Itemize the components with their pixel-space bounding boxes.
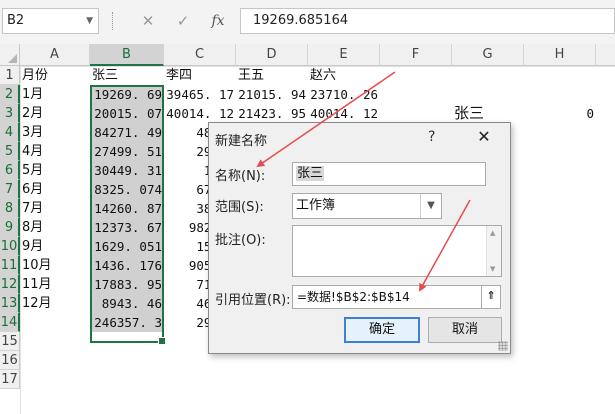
row-header-7[interactable]: 7 — [0, 180, 20, 199]
row-header-9[interactable]: 9 — [0, 218, 20, 237]
comment-scrollbar[interactable]: ▲ ▼ — [486, 226, 501, 276]
col-header-d[interactable]: D — [236, 44, 308, 66]
row-header-4[interactable]: 4 — [0, 123, 20, 142]
collapse-dialog-icon[interactable]: ⇑ — [481, 285, 501, 309]
name-box[interactable]: B2 ▼ — [2, 8, 99, 34]
separator-dots — [112, 12, 114, 30]
fill-handle[interactable] — [158, 337, 166, 345]
cell-a12[interactable]: 11月 — [20, 275, 90, 294]
cell-e2[interactable]: 23710. 26 — [308, 85, 380, 104]
col-header-c[interactable]: C — [164, 44, 236, 66]
cell-a13[interactable]: 12月 — [20, 294, 90, 313]
cancel-icon[interactable]: ✕ — [135, 8, 161, 34]
row-header-17[interactable]: 17 — [0, 370, 20, 389]
cell-g3[interactable]: 张三 — [452, 104, 524, 123]
insert-function-icon[interactable]: fx — [205, 8, 231, 34]
row-header-10[interactable]: 10 — [0, 237, 20, 256]
chevron-down-icon[interactable]: ▼ — [86, 9, 93, 33]
cell-c3[interactable]: 40014. 12 — [164, 104, 236, 123]
col-header-i[interactable] — [596, 44, 615, 66]
col-header-b[interactable]: B — [90, 44, 164, 66]
col-header-f[interactable]: F — [380, 44, 452, 66]
cell-a3[interactable]: 2月 — [20, 104, 90, 123]
row-header-14[interactable]: 14 — [0, 313, 20, 332]
cell-h3[interactable]: 0 — [524, 104, 596, 123]
cell-c2[interactable]: 39465. 17 — [164, 85, 236, 104]
name-box-value: B2 — [7, 13, 25, 28]
cell-d1[interactable]: 王五 — [236, 66, 308, 85]
row-header-5[interactable]: 5 — [0, 142, 20, 161]
help-icon[interactable]: ? — [428, 129, 435, 145]
cell-e3[interactable]: 40014. 12 — [308, 104, 380, 123]
scroll-down-icon[interactable]: ▼ — [490, 265, 495, 273]
comment-label: 批注(O): — [215, 233, 266, 248]
cell-a8[interactable]: 7月 — [20, 199, 90, 218]
cell-a5[interactable]: 4月 — [20, 142, 90, 161]
row-header-3[interactable]: 3 — [0, 104, 20, 123]
close-icon[interactable]: ✕ — [469, 125, 499, 149]
row-header-16[interactable]: 16 — [0, 351, 20, 370]
cell-e1[interactable]: 赵六 — [308, 66, 380, 85]
row-header-13[interactable]: 13 — [0, 294, 20, 313]
cell-a11[interactable]: 10月 — [20, 256, 90, 275]
cell-a6[interactable]: 5月 — [20, 161, 90, 180]
scope-value: 工作簿 — [296, 198, 336, 213]
enter-check-icon[interactable]: ✓ — [170, 8, 196, 34]
comment-textarea[interactable]: ▲ ▼ — [292, 225, 502, 277]
cell-a7[interactable]: 6月 — [20, 180, 90, 199]
cell-d3[interactable]: 21423. 95 — [236, 104, 308, 123]
col-header-e[interactable]: E — [308, 44, 380, 66]
scope-label: 范围(S): — [215, 200, 264, 215]
scope-select[interactable]: 工作簿 ▼ — [292, 193, 442, 219]
ok-button[interactable]: 确定 — [344, 317, 420, 343]
ref-input[interactable]: =数据!$B$2:$B$14 — [292, 285, 482, 309]
chevron-down-icon[interactable]: ▼ — [420, 194, 441, 218]
cell-a2[interactable]: 1月 — [20, 85, 90, 104]
select-all-corner[interactable] — [0, 44, 20, 66]
cancel-button[interactable]: 取消 — [428, 317, 502, 343]
ref-label: 引用位置(R): — [215, 293, 291, 308]
row-header-8[interactable]: 8 — [0, 199, 20, 218]
scroll-up-icon[interactable]: ▲ — [490, 229, 495, 237]
formula-input[interactable]: 19269.685164 — [240, 8, 615, 34]
cell-d2[interactable]: 21015. 94 — [236, 85, 308, 104]
resize-grip-icon[interactable] — [498, 341, 508, 351]
selection-range-b2-b14 — [90, 85, 166, 345]
row-header-15[interactable]: 15 — [0, 332, 20, 351]
col-header-g[interactable]: G — [452, 44, 524, 66]
cell-a10[interactable]: 9月 — [20, 237, 90, 256]
row-header-6[interactable]: 6 — [0, 161, 20, 180]
new-name-dialog: 新建名称 ? ✕ 名称(N): 张三 范围(S): 工作簿 ▼ 批注(O): ▲… — [208, 122, 511, 354]
cell-a9[interactable]: 8月 — [20, 218, 90, 237]
name-input[interactable]: 张三 — [292, 162, 486, 186]
cell-a4[interactable]: 3月 — [20, 123, 90, 142]
cell-a1[interactable]: 月份 — [20, 66, 90, 85]
dialog-title: 新建名称 — [215, 134, 268, 149]
cell-b1[interactable]: 张三 — [90, 66, 164, 85]
row-header-1[interactable]: 1 — [0, 66, 20, 85]
row-header-2[interactable]: 2 — [0, 85, 20, 104]
row-header-12[interactable]: 12 — [0, 275, 20, 294]
cell-c1[interactable]: 李四 — [164, 66, 236, 85]
name-input-value: 张三 — [296, 166, 325, 181]
col-header-h[interactable]: H — [524, 44, 596, 66]
row-header-11[interactable]: 11 — [0, 256, 20, 275]
col-header-a[interactable]: A — [20, 44, 90, 66]
name-label: 名称(N): — [215, 169, 266, 184]
